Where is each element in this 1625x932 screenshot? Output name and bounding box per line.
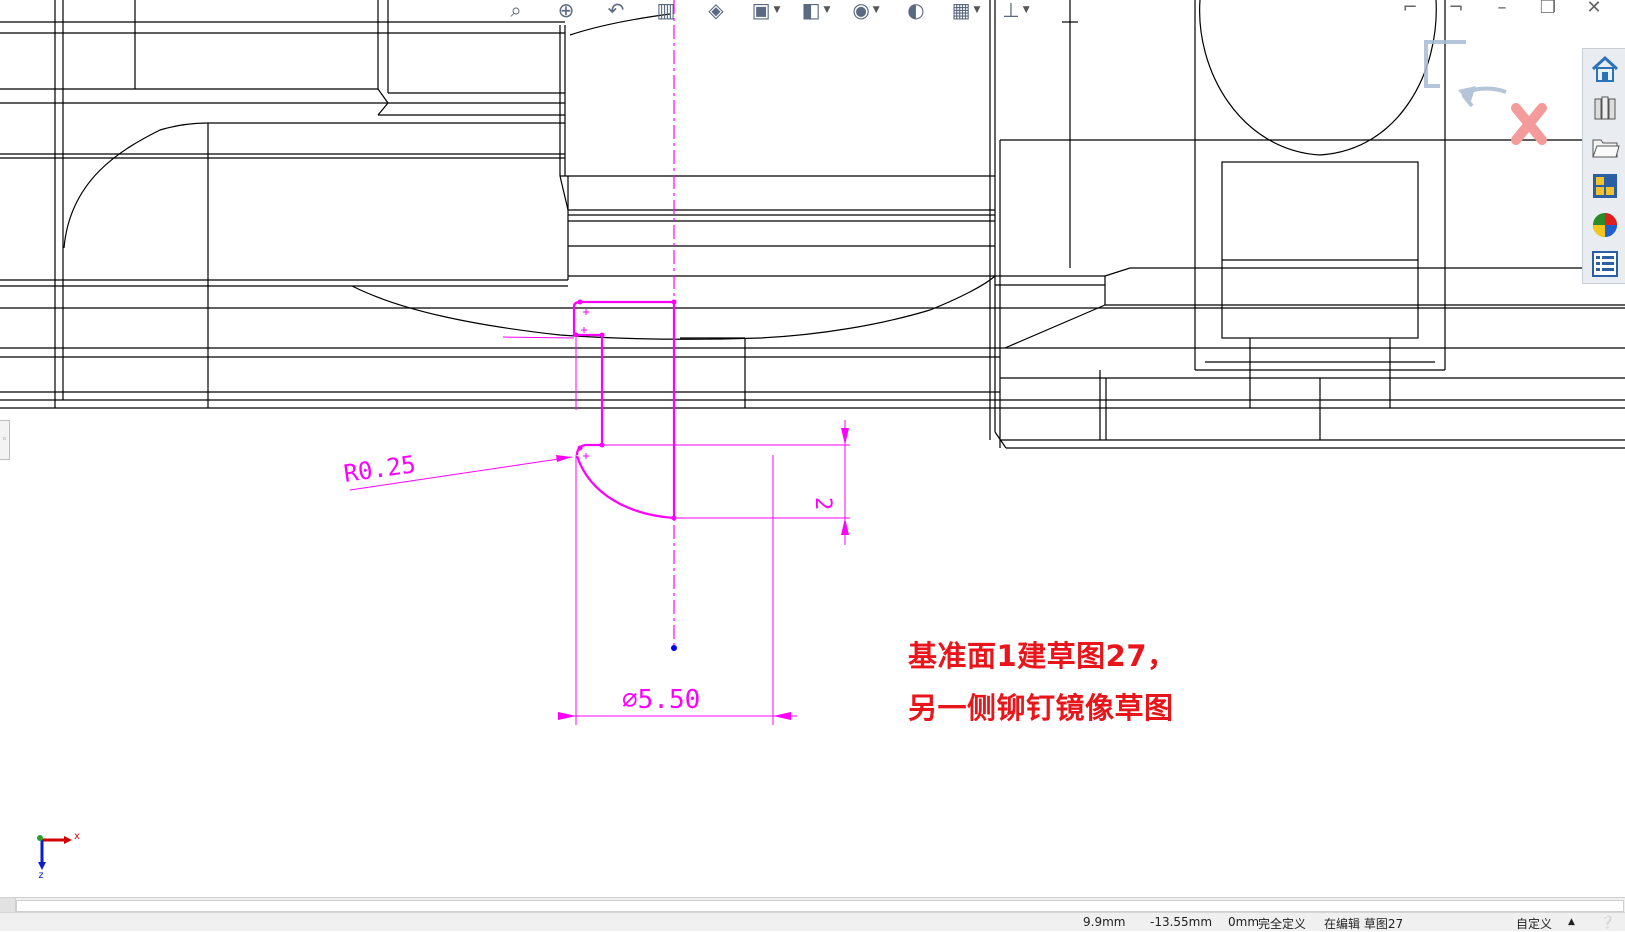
edit-appearance-icon[interactable]: ◉ ▼: [850, 0, 882, 20]
appearances-icon[interactable]: [1585, 206, 1625, 244]
model-viewport[interactable]: R0.25 2 ⌀5.50 x z: [0, 0, 1625, 897]
exit-sketch-icon[interactable]: [1424, 40, 1507, 108]
chevron-down-icon[interactable]: ▼: [873, 1, 880, 19]
reference-triad: x z: [37, 831, 80, 881]
tile-left-icon[interactable]: ⌐: [1396, 0, 1424, 18]
help-icon[interactable]: ❔: [1600, 915, 1615, 929]
view-orientation-icon[interactable]: ◈: [700, 0, 732, 20]
horizontal-scrollbar[interactable]: [0, 897, 1625, 913]
model-edges: [0, 0, 1625, 449]
tile-right-icon[interactable]: ¬: [1442, 0, 1470, 18]
status-definition-state: 完全定义: [1258, 917, 1307, 931]
sketch-origin-point: [671, 645, 677, 651]
chevron-down-icon[interactable]: ▼: [1023, 1, 1030, 19]
feature-manager-collapse-handle[interactable]: ◦: [0, 420, 10, 460]
status-z-coordinate: 0mm: [1228, 915, 1260, 929]
annotation-line-1: 基准面1建草图27，: [908, 639, 1177, 673]
zoom-to-fit-icon[interactable]: ⌕: [500, 0, 532, 20]
sketch-27[interactable]: R0.25 2 ⌀5.50: [342, 0, 850, 725]
task-pane-tabs: [1582, 48, 1625, 284]
graphics-area[interactable]: R0.25 2 ⌀5.50 x z: [0, 0, 1625, 897]
file-explorer-icon[interactable]: [1585, 128, 1625, 166]
scroll-thumb[interactable]: [16, 900, 1624, 912]
custom-properties-icon[interactable]: [1585, 245, 1625, 283]
apply-scene-icon[interactable]: ◐: [900, 0, 932, 20]
status-editing: 在编辑 草图27: [1324, 917, 1404, 931]
chevron-down-icon[interactable]: ▼: [773, 1, 780, 19]
minimize-icon[interactable]: –: [1488, 0, 1516, 18]
home-icon[interactable]: [1585, 50, 1625, 88]
view-palette-icon[interactable]: [1585, 167, 1625, 205]
status-bar: 9.9mm -13.55mm 0mm 完全定义 在编辑 草图27 自定义 ▲ ❔: [0, 912, 1625, 931]
annotation-line-2: 另一侧铆钉镜像草图: [908, 691, 1174, 725]
status-y-coordinate: -13.55mm: [1150, 915, 1213, 929]
chevron-down-icon[interactable]: ▼: [973, 1, 980, 19]
heads-up-view-toolbar: ⌕ ⊕ ↶ ▥ ◈ ▣ ▼ ◧ ▼ ◉ ▼ ◐ ▦ ▼ ⊥ ▼: [500, 0, 1032, 22]
zoom-area-icon[interactable]: ⊕: [550, 0, 582, 20]
section-view-icon[interactable]: ▥: [650, 0, 682, 20]
close-icon[interactable]: ✕: [1580, 0, 1608, 18]
confirmation-corner: [1424, 40, 1547, 145]
hide-show-icon[interactable]: ◧ ▼: [800, 0, 832, 20]
triad-z-label: z: [38, 870, 44, 881]
design-library-icon[interactable]: [1585, 89, 1625, 127]
diameter-dimension[interactable]: ⌀5.50: [622, 685, 700, 715]
tutorial-annotation: 基准面1建草图27， 另一侧铆钉镜像草图: [908, 630, 1177, 734]
rendering-tools-icon[interactable]: ⊥ ▼: [1000, 0, 1032, 20]
view-settings-icon[interactable]: ▦ ▼: [950, 0, 982, 20]
window-controls: ⌐ ¬ – ❐ ✕: [1396, 0, 1608, 22]
triad-x-label: x: [74, 831, 80, 842]
radius-dimension[interactable]: R0.25: [342, 450, 417, 488]
display-style-icon[interactable]: ▣ ▼: [750, 0, 782, 20]
height-dimension[interactable]: 2: [810, 497, 835, 510]
scroll-left-arrow[interactable]: [0, 898, 16, 913]
status-x-coordinate: 9.9mm: [1083, 915, 1126, 929]
cancel-sketch-icon[interactable]: [1511, 103, 1547, 145]
chevron-down-icon[interactable]: ▼: [823, 1, 830, 19]
status-units[interactable]: 自定义: [1516, 915, 1552, 932]
restore-icon[interactable]: ❐: [1534, 0, 1562, 18]
previous-view-icon[interactable]: ↶: [600, 0, 632, 20]
chevron-up-icon[interactable]: ▲: [1568, 917, 1575, 927]
